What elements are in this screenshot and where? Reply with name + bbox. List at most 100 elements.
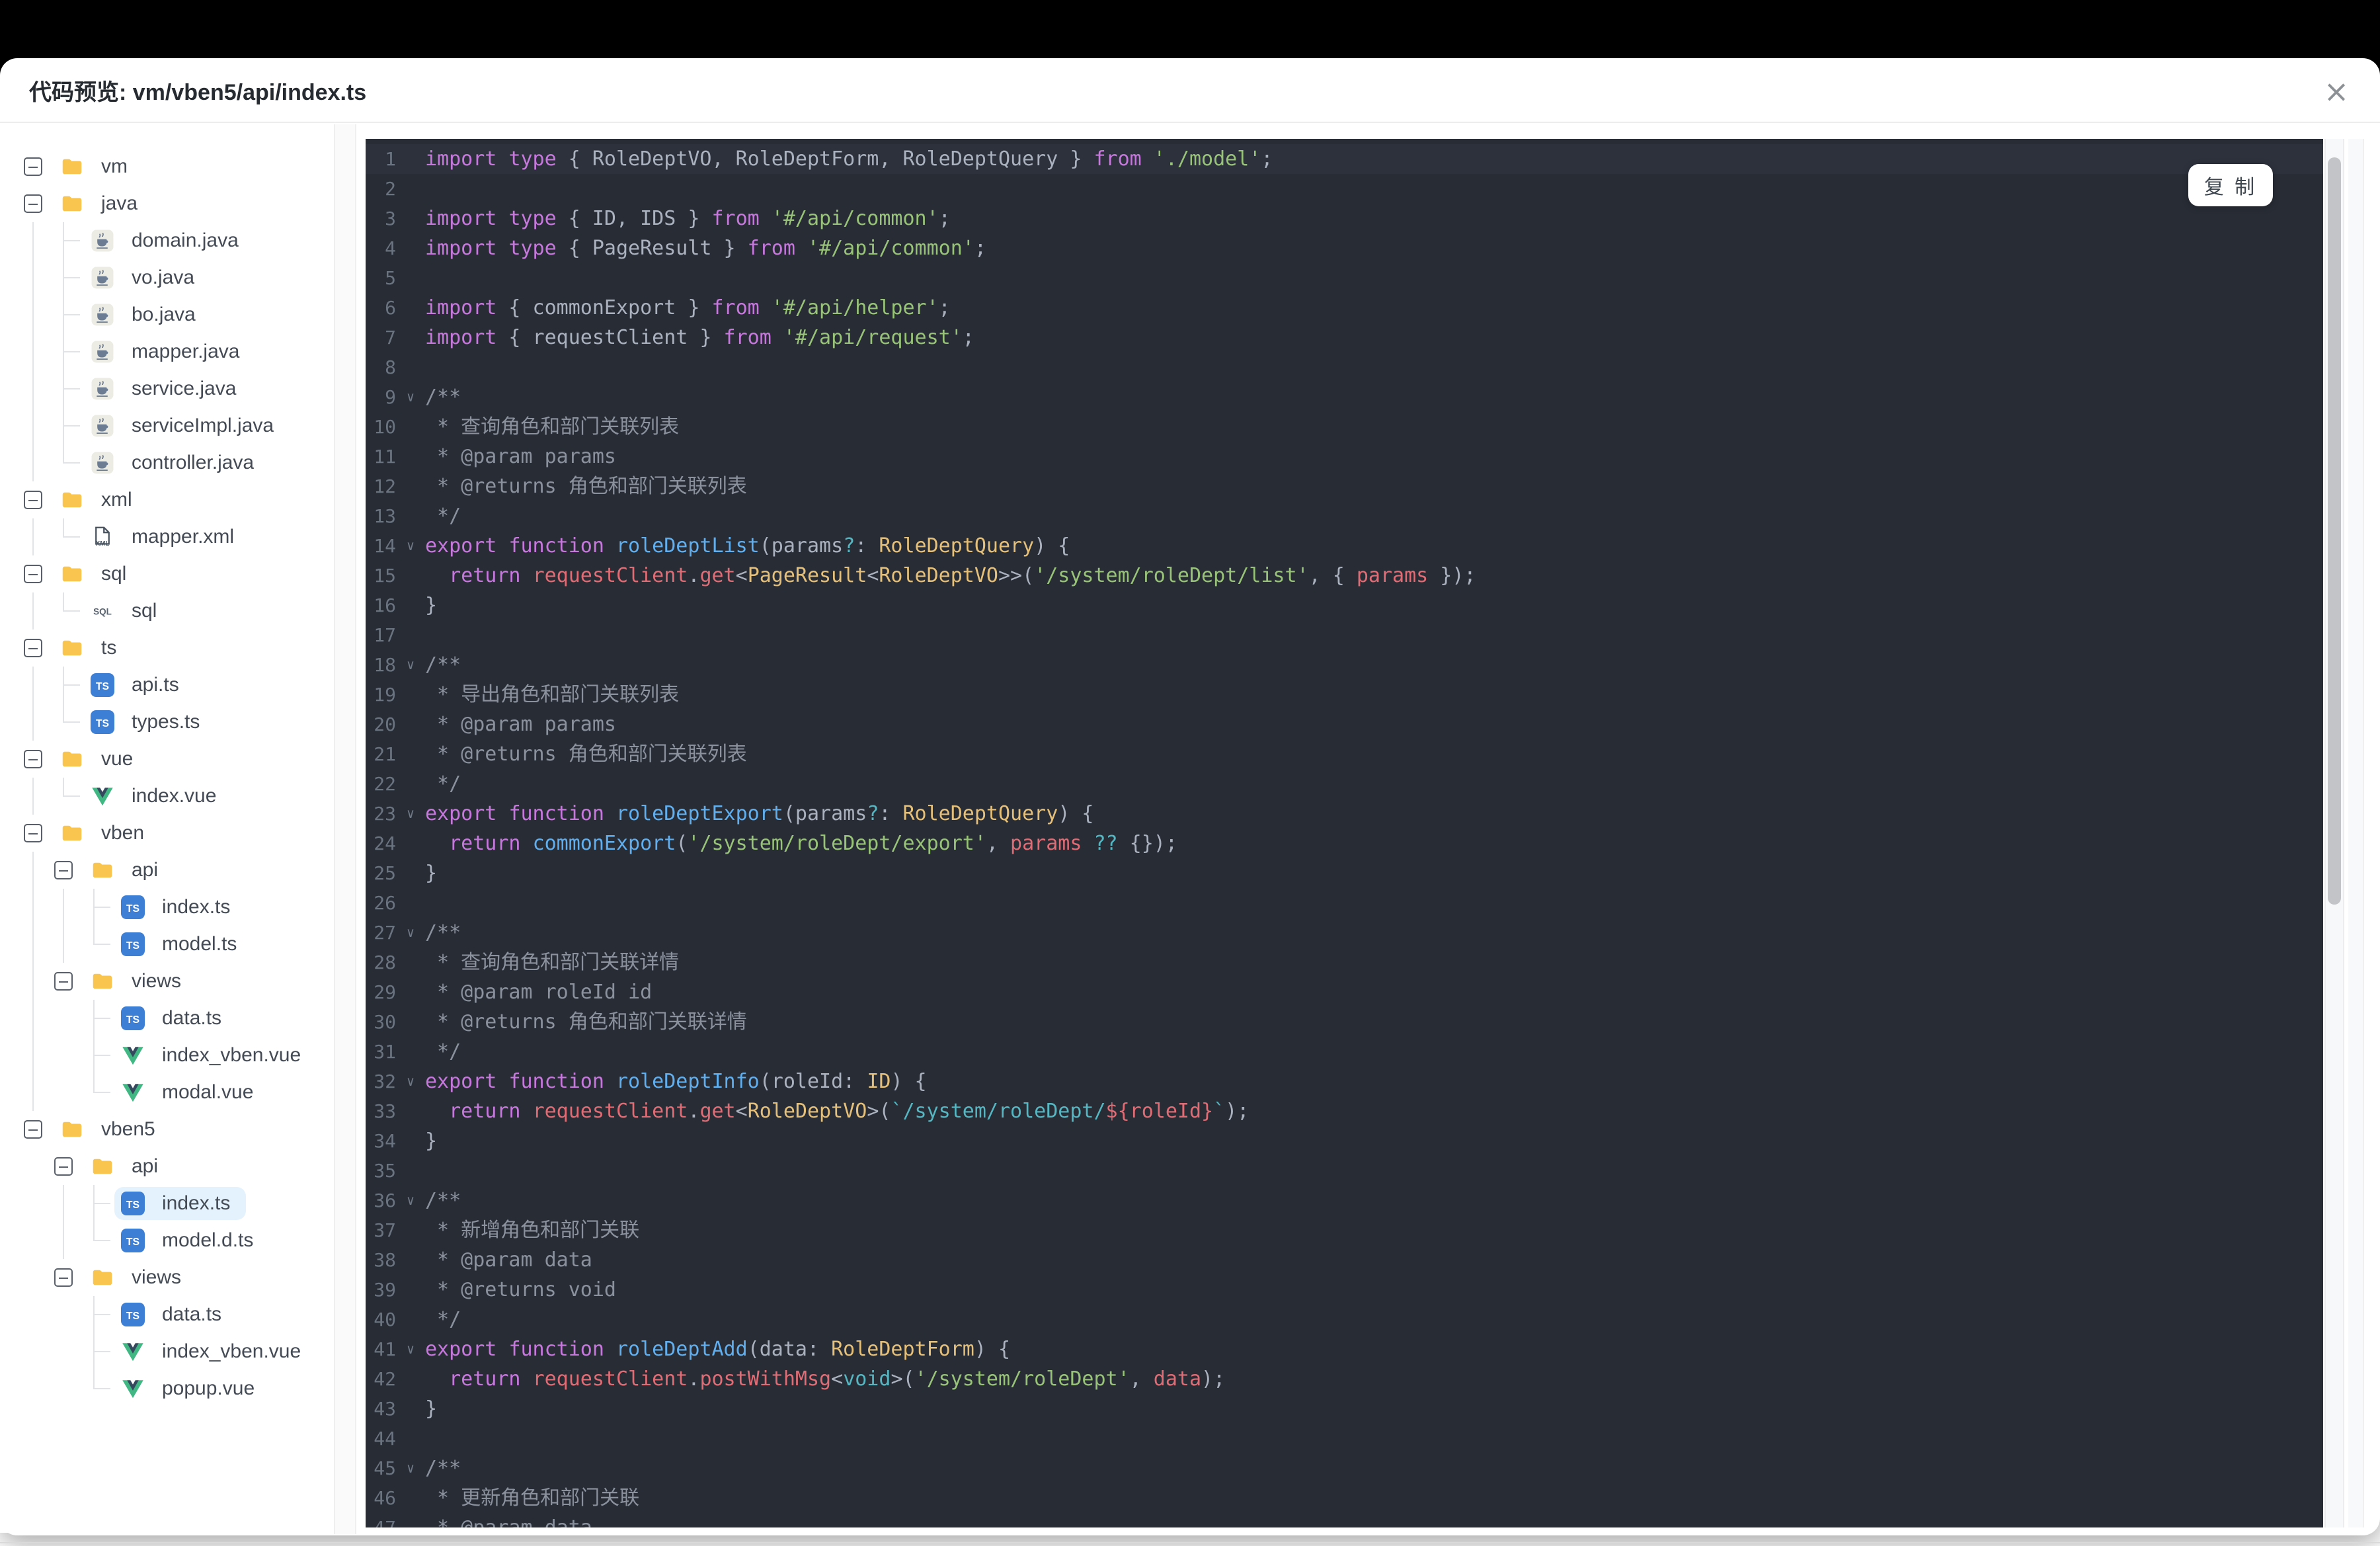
tree-item-content: java	[54, 187, 153, 220]
tree-item-label: mapper.xml	[132, 526, 235, 548]
tree-item-model-ts[interactable]: TS model.ts	[0, 926, 334, 963]
ts-icon: TS	[121, 1303, 145, 1326]
line-number: 40	[374, 1309, 396, 1330]
tree-item-modal-vue[interactable]: modal.vue	[0, 1074, 334, 1111]
tree-item-index-ts[interactable]: TS index.ts	[0, 1185, 334, 1222]
collapse-icon[interactable]	[24, 750, 42, 768]
tree-item-vo-java[interactable]: vo.java	[0, 259, 334, 296]
tree-item-data-ts[interactable]: TS data.ts	[0, 1000, 334, 1037]
tree-item-vben[interactable]: vben	[0, 815, 334, 852]
tree-item-label: types.ts	[132, 711, 200, 733]
gutter-spacer	[396, 710, 425, 739]
fold-arrow-icon[interactable]: ∨	[396, 1067, 425, 1096]
tree-item-sql[interactable]: SQL sql	[0, 592, 334, 630]
collapse-icon[interactable]	[24, 491, 42, 509]
editor-scrollbar-thumb[interactable]	[2328, 157, 2341, 905]
tree-item-vue[interactable]: vue	[0, 741, 334, 778]
line-number: 10	[374, 416, 396, 438]
tree-item-label: data.ts	[162, 1303, 222, 1325]
tree-item-views[interactable]: views	[0, 963, 334, 1000]
code-text: return commonExport('/system/roleDept/ex…	[449, 832, 1177, 855]
tree-item-views[interactable]: views	[0, 1259, 334, 1296]
line-number: 17	[374, 624, 396, 646]
dialog-scrollbar-track[interactable]	[2348, 139, 2364, 1527]
gutter-spacer	[396, 948, 425, 977]
collapse-icon[interactable]	[24, 824, 42, 842]
copy-button[interactable]: 复 制	[2188, 164, 2273, 206]
folder-icon	[60, 821, 84, 845]
tree-item-content: index_vben.vue	[114, 1039, 317, 1072]
line-number: 6	[385, 297, 396, 319]
fold-arrow-icon[interactable]: ∨	[396, 918, 425, 948]
collapse-icon[interactable]	[24, 1120, 42, 1139]
tree-item-service-java[interactable]: service.java	[0, 370, 334, 407]
tree-item-label: index_vben.vue	[162, 1044, 301, 1066]
tree-item-api[interactable]: api	[0, 1148, 334, 1185]
fold-arrow-icon[interactable]: ∨	[396, 1334, 425, 1364]
fold-arrow-icon[interactable]: ∨	[396, 382, 425, 412]
ts-icon: TS	[91, 710, 114, 734]
tree-item-api[interactable]: api	[0, 852, 334, 889]
code-text: * @param params	[425, 445, 616, 468]
gutter-spacer	[396, 769, 425, 799]
tree-item-vben5[interactable]: vben5	[0, 1111, 334, 1148]
line-number: 44	[374, 1428, 396, 1449]
line-number: 33	[374, 1100, 396, 1122]
tree-item-model-d-ts[interactable]: TS model.d.ts	[0, 1222, 334, 1259]
collapse-icon[interactable]	[24, 639, 42, 657]
code-line-10: 10 * 查询角色和部门关联列表	[366, 412, 2323, 442]
code-text: export function roleDeptAdd(data: RoleDe…	[425, 1338, 1011, 1361]
fold-arrow-icon[interactable]: ∨	[396, 799, 425, 829]
code-editor[interactable]: 1 import type { RoleDeptVO, RoleDeptForm,…	[366, 139, 2323, 1527]
code-lines: 1 import type { RoleDeptVO, RoleDeptForm,…	[366, 144, 2323, 1527]
tree-scrollbar-track[interactable]	[334, 124, 356, 1534]
tree-item-content: TS types.ts	[84, 706, 216, 739]
tree-item-label: vben5	[101, 1118, 155, 1140]
tree-item-controller-java[interactable]: controller.java	[0, 444, 334, 481]
tree-item-data-ts[interactable]: TS data.ts	[0, 1296, 334, 1333]
code-line-28: 28 * 查询角色和部门关联详情	[366, 948, 2323, 977]
gutter-spacer	[396, 858, 425, 888]
fold-arrow-icon[interactable]: ∨	[396, 1453, 425, 1483]
fold-arrow-icon[interactable]: ∨	[396, 1186, 425, 1215]
tree-item-index-vue[interactable]: index.vue	[0, 778, 334, 815]
fold-arrow-icon[interactable]: ∨	[396, 531, 425, 561]
tree-item-java[interactable]: java	[0, 185, 334, 222]
close-icon[interactable]: ×	[2315, 70, 2358, 112]
tree-item-popup-vue[interactable]: popup.vue	[0, 1370, 334, 1407]
tree-item-index_vben-vue[interactable]: index_vben.vue	[0, 1333, 334, 1370]
collapse-icon[interactable]	[24, 157, 42, 176]
gutter-spacer	[396, 680, 425, 710]
gutter-spacer	[396, 739, 425, 769]
tree-item-sql[interactable]: sql	[0, 555, 334, 592]
tree-item-xml[interactable]: xml	[0, 481, 334, 518]
tree-item-label: model.d.ts	[162, 1229, 254, 1251]
tree-item-bo-java[interactable]: bo.java	[0, 296, 334, 333]
collapse-icon[interactable]	[24, 194, 42, 213]
code-text: */	[425, 1308, 461, 1331]
ts-icon: TS	[121, 932, 145, 956]
tree-item-content: mapper.java	[84, 335, 255, 368]
collapse-icon[interactable]	[54, 1157, 73, 1176]
tree-item-mapper-xml[interactable]: XML mapper.xml	[0, 518, 334, 555]
tree-item-domain-java[interactable]: domain.java	[0, 222, 334, 259]
tree-item-types-ts[interactable]: TS types.ts	[0, 704, 334, 741]
tree-item-index-ts[interactable]: TS index.ts	[0, 889, 334, 926]
collapse-icon[interactable]	[54, 972, 73, 991]
file-tree[interactable]: vm java domain.java vo.java bo.java mapper.ja…	[0, 124, 334, 1533]
line-number: 34	[374, 1130, 396, 1152]
tree-item-serviceImpl-java[interactable]: serviceImpl.java	[0, 407, 334, 444]
collapse-icon[interactable]	[54, 1268, 73, 1287]
tree-item-ts[interactable]: ts	[0, 630, 334, 667]
tree-item-vm[interactable]: vm	[0, 148, 334, 185]
folder-icon	[60, 192, 84, 216]
code-text: * @param params	[425, 713, 616, 736]
collapse-icon[interactable]	[54, 861, 73, 879]
fold-arrow-icon[interactable]: ∨	[396, 650, 425, 680]
collapse-icon[interactable]	[24, 565, 42, 583]
gutter-spacer	[396, 352, 425, 382]
tree-item-api-ts[interactable]: TS api.ts	[0, 667, 334, 704]
tree-item-mapper-java[interactable]: mapper.java	[0, 333, 334, 370]
tree-item-index_vben-vue[interactable]: index_vben.vue	[0, 1037, 334, 1074]
